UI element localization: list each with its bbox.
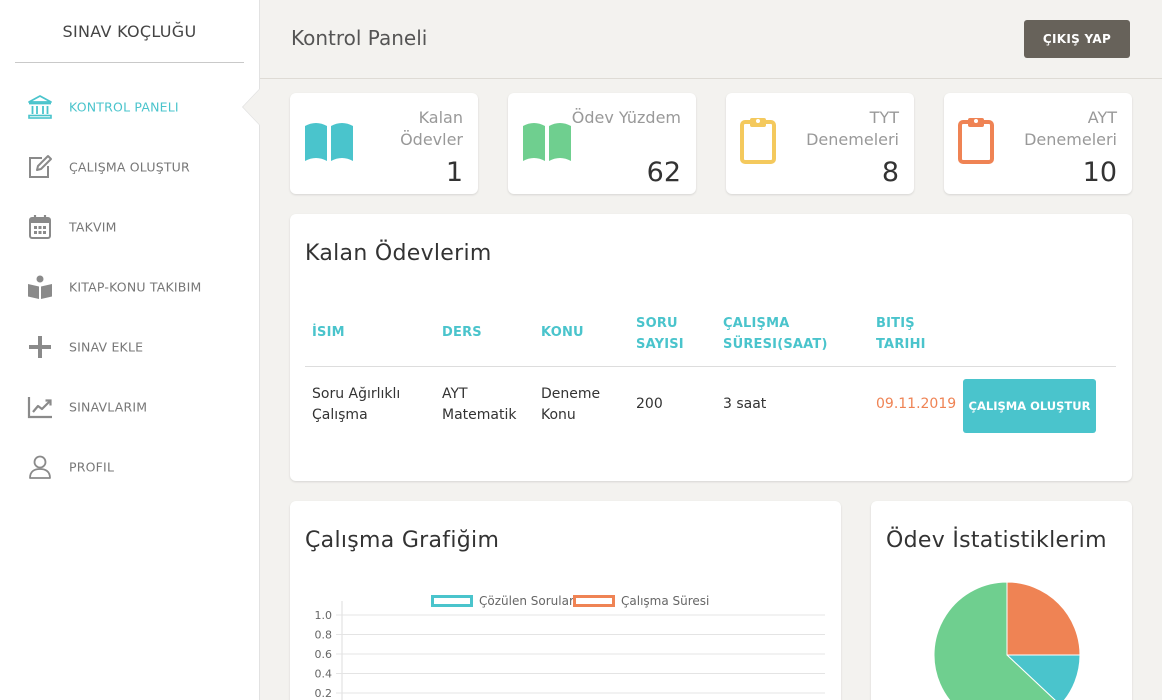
bank-icon: [28, 95, 52, 119]
stat-card-odev-yuzdem: Ödev Yüzdem 62: [508, 93, 696, 194]
assignments-card: Kalan Ödevlerim İSIM DERS KONU SORU SAYI…: [290, 214, 1132, 481]
stat-value: 1: [445, 157, 463, 188]
sidebar-item-kontrol-paneli[interactable]: KONTROL PANELI: [0, 77, 259, 137]
study-chart-card: Çalışma Grafiğim Çözülen Sorular Çalışma…: [290, 501, 841, 700]
column-header-ders: DERS: [442, 325, 482, 340]
sidebar-item-label: ÇALIŞMA OLUŞTUR: [69, 159, 190, 175]
sidebar: SINAV KOÇLUĞU KONTROL PANELI ÇALIŞMA OLU…: [0, 0, 260, 700]
sidebar-item-sinavlarim[interactable]: SINAVLARIM: [0, 377, 259, 437]
cell-topic: Deneme Konu: [541, 386, 601, 423]
pie-chart: [933, 581, 1081, 700]
open-book-icon: [305, 123, 353, 161]
user-icon: [29, 455, 51, 479]
stat-label: Ödev Yüzdem: [571, 108, 681, 127]
chart-line-icon: [27, 397, 52, 419]
stat-card-tyt-denemeleri: TYT Denemeleri 8: [726, 93, 914, 194]
column-header-bitis-tarihi: BITIŞ TARIHI: [876, 316, 926, 352]
sidebar-item-label: TAKVIM: [69, 219, 117, 235]
pie-slice: [1006, 581, 1081, 656]
stat-label: Kalan Ödevler: [400, 108, 463, 149]
cell-duration: 3 saat: [723, 396, 767, 412]
cell-name: Soru Ağırlıklı Çalışma: [312, 386, 401, 423]
stat-card-kalan-odevler: Kalan Ödevler 1: [290, 93, 478, 194]
y-tick-label: 1.0: [315, 609, 333, 622]
sidebar-item-label: PROFIL: [69, 459, 115, 475]
clipboard-icon: [958, 118, 994, 164]
sidebar-item-label: SINAV EKLE: [69, 339, 144, 355]
stat-value: 62: [646, 157, 681, 188]
active-indicator: [243, 89, 260, 125]
brand-title: SINAV KOÇLUĞU: [15, 0, 244, 63]
y-tick-label: 0.6: [315, 648, 333, 661]
clipboard-icon: [740, 118, 776, 164]
open-book-icon: [523, 123, 571, 161]
cell-due-date: 09.11.2019: [876, 396, 957, 412]
y-tick-label: 0.2: [315, 687, 333, 700]
stat-label: TYT Denemeleri: [806, 108, 899, 149]
sidebar-item-profil[interactable]: PROFIL: [0, 437, 259, 497]
column-header-konu: KONU: [541, 325, 584, 340]
cell-questions: 200: [636, 396, 663, 412]
line-chart: 1.0 0.8 0.6 0.4 0.2: [315, 601, 825, 700]
topbar: Kontrol Paneli ÇIKIŞ YAP: [260, 0, 1162, 79]
sidebar-item-label: KONTROL PANELI: [69, 99, 179, 115]
plus-icon: [29, 336, 51, 358]
sidebar-item-takvim[interactable]: TAKVIM: [0, 197, 259, 257]
stat-card-ayt-denemeleri: AYT Denemeleri 10: [944, 93, 1132, 194]
logout-button[interactable]: ÇIKIŞ YAP: [1024, 20, 1130, 58]
stat-value: 8: [881, 157, 899, 188]
column-header-calisma-suresi: ÇALIŞMA SÜRESI(SAAT): [723, 316, 828, 352]
column-header-isim: İSIM: [312, 325, 345, 340]
cell-course: AYT Matematik: [442, 386, 517, 423]
y-tick-label: 0.8: [315, 629, 333, 642]
sidebar-item-label: SINAVLARIM: [69, 399, 148, 415]
book-reader-icon: [28, 275, 52, 299]
sidebar-item-kitap-konu-takibim[interactable]: KITAP-KONU TAKIBIM: [0, 257, 259, 317]
edit-icon: [29, 155, 52, 178]
stat-value: 10: [1082, 157, 1117, 188]
sidebar-item-sinav-ekle[interactable]: SINAV EKLE: [0, 317, 259, 377]
study-chart-title: Çalışma Grafiğim: [305, 528, 500, 553]
table-divider: [305, 366, 1116, 367]
homework-stats-card: Ödev İstatistiklerim: [871, 501, 1132, 700]
stat-label: AYT Denemeleri: [1024, 108, 1117, 149]
calendar-icon: [29, 215, 51, 239]
sidebar-item-label: KITAP-KONU TAKIBIM: [69, 279, 202, 295]
sidebar-item-calisma-olustur[interactable]: ÇALIŞMA OLUŞTUR: [0, 137, 259, 197]
assignments-title: Kalan Ödevlerim: [305, 241, 492, 266]
create-study-button[interactable]: ÇALIŞMA OLUŞTUR: [963, 379, 1096, 433]
column-header-soru-sayisi: SORU SAYISI: [636, 316, 684, 352]
page-title: Kontrol Paneli: [291, 26, 428, 50]
y-tick-label: 0.4: [315, 668, 333, 681]
